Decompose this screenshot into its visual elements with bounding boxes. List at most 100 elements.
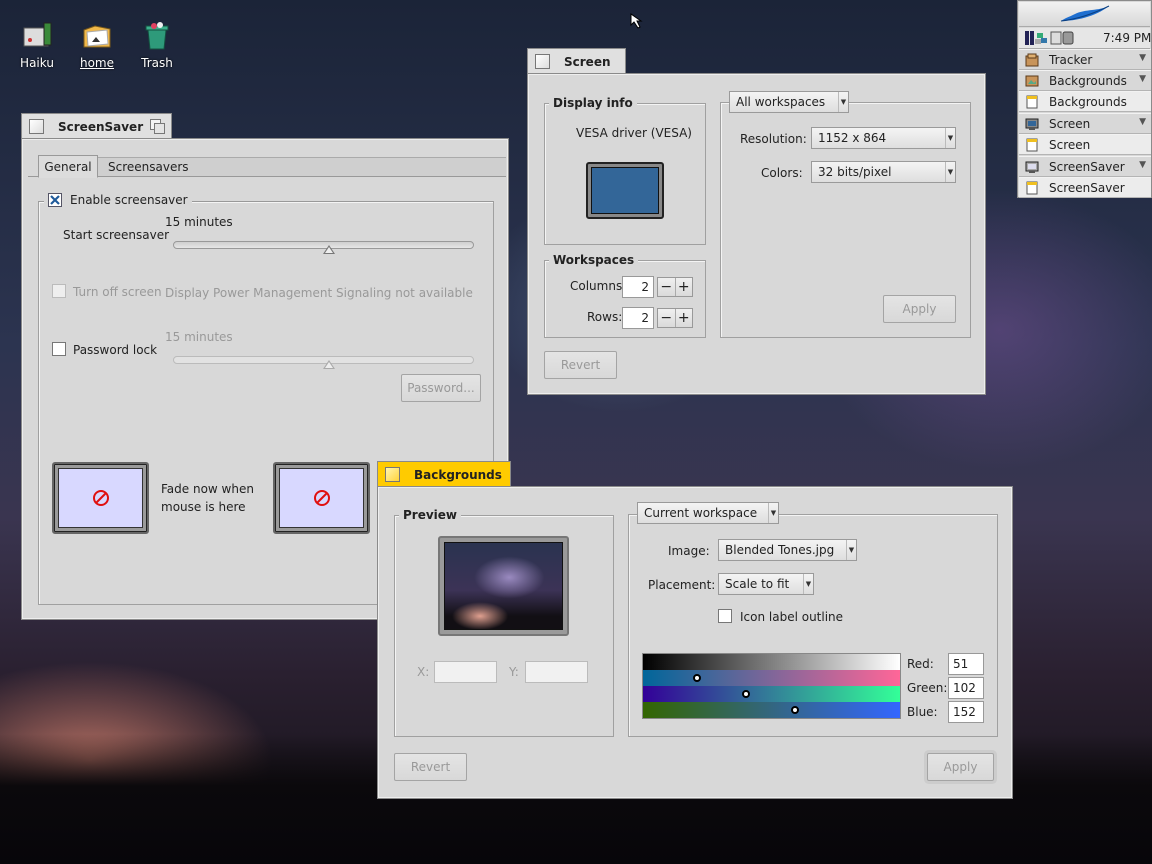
blue-value: 152 bbox=[953, 705, 976, 719]
deskbar-item-label: Backgrounds bbox=[1049, 94, 1127, 109]
desktop-icon-haiku[interactable]: Haiku bbox=[11, 20, 63, 70]
minus-icon[interactable]: − bbox=[658, 278, 675, 296]
screen-title-tab[interactable]: Screen bbox=[527, 48, 626, 74]
close-icon[interactable] bbox=[29, 119, 44, 134]
green-field[interactable]: 102 bbox=[948, 677, 984, 699]
image-menu[interactable]: Blended Tones.jpg ▼ bbox=[718, 539, 857, 561]
apply-button[interactable]: Apply bbox=[927, 753, 994, 781]
red-field[interactable]: 51 bbox=[948, 653, 984, 675]
plus-icon[interactable]: + bbox=[674, 309, 693, 327]
fade-never-monitor[interactable] bbox=[273, 462, 370, 534]
plus-icon[interactable]: + bbox=[674, 278, 693, 296]
placement-menu[interactable]: Scale to fit ▼ bbox=[718, 573, 814, 595]
slider-thumb[interactable] bbox=[323, 245, 335, 254]
window-title: Backgrounds bbox=[414, 467, 502, 482]
rows-stepper[interactable]: − + bbox=[657, 308, 693, 328]
trash-icon bbox=[141, 20, 173, 52]
red-ramp[interactable] bbox=[643, 670, 900, 686]
resolution-menu[interactable]: 1152 x 864 ▼ bbox=[811, 127, 956, 149]
color-picker[interactable] bbox=[642, 653, 901, 719]
start-screensaver-label: Start screensaver bbox=[63, 228, 170, 242]
turn-off-screen-checkbox[interactable] bbox=[52, 284, 66, 298]
start-screensaver-slider[interactable] bbox=[173, 241, 474, 254]
monitor-screen bbox=[58, 468, 143, 528]
password-slider[interactable] bbox=[173, 356, 474, 369]
haiku-disk-icon bbox=[21, 20, 53, 52]
desktop-icon-label: Haiku bbox=[20, 56, 54, 70]
window-icon bbox=[1026, 181, 1038, 195]
tab-screensavers[interactable]: Screensavers bbox=[98, 157, 506, 176]
desktop-icon-trash[interactable]: Trash bbox=[131, 20, 183, 70]
image-label: Image: bbox=[668, 544, 710, 558]
chevron-down-icon: ▼ bbox=[945, 128, 955, 148]
minus-icon[interactable]: − bbox=[658, 309, 675, 327]
screensaver-title-tab[interactable]: ScreenSaver bbox=[21, 113, 172, 139]
haiku-leaf-icon bbox=[1060, 5, 1109, 22]
deskbar-window-backgrounds[interactable]: Backgrounds bbox=[1019, 91, 1151, 112]
blue-field[interactable]: 152 bbox=[948, 701, 984, 723]
tracker-icon bbox=[1025, 53, 1039, 67]
deskbar-item-label: Backgrounds bbox=[1049, 73, 1127, 88]
monitor-screen bbox=[279, 468, 364, 528]
icon-label-outline-checkbox[interactable] bbox=[718, 609, 732, 623]
resolution-value: 1152 x 864 bbox=[818, 131, 887, 145]
deskbar-window-screensaver[interactable]: ScreenSaver bbox=[1019, 177, 1151, 198]
fade-now-monitor[interactable] bbox=[52, 462, 149, 534]
colors-menu[interactable]: 32 bits/pixel ▼ bbox=[811, 161, 956, 183]
gray-ramp[interactable] bbox=[643, 654, 900, 670]
green-ramp[interactable] bbox=[643, 686, 900, 702]
slider-thumb[interactable] bbox=[323, 360, 335, 369]
monitor-screen bbox=[591, 167, 659, 214]
chevron-down-icon: ▼ bbox=[803, 574, 813, 594]
apply-button[interactable]: Apply bbox=[883, 295, 956, 323]
password-button[interactable]: Password... bbox=[401, 374, 481, 402]
desktop-icon-label: home bbox=[79, 56, 115, 70]
workspace-menu-label: Current workspace bbox=[644, 506, 758, 520]
deskbar-item-screensaver[interactable]: ScreenSaver ▼ bbox=[1019, 156, 1151, 177]
monitor-preview bbox=[586, 162, 664, 219]
deskbar-item-backgrounds[interactable]: Backgrounds ▼ bbox=[1019, 70, 1151, 91]
deskbar-item-screen[interactable]: Screen ▼ bbox=[1019, 113, 1151, 134]
password-lock-checkbox[interactable] bbox=[52, 342, 66, 356]
y-position-field[interactable] bbox=[525, 661, 588, 683]
password-lock-label: Password lock bbox=[73, 343, 158, 357]
zoom-icon[interactable] bbox=[150, 119, 165, 134]
chevron-down-icon: ▼ bbox=[1139, 53, 1146, 63]
columns-stepper[interactable]: − + bbox=[657, 277, 693, 297]
close-icon[interactable] bbox=[535, 54, 550, 69]
green-marker-icon[interactable] bbox=[742, 690, 750, 698]
wallpaper-preview bbox=[438, 536, 569, 636]
dpms-note: Display Power Management Signaling not a… bbox=[165, 286, 473, 300]
blue-label: Blue: bbox=[907, 705, 938, 719]
columns-field[interactable]: 2 bbox=[622, 276, 654, 298]
deskbar-menu-button[interactable] bbox=[1019, 2, 1150, 27]
workspace-menu[interactable]: All workspaces ▼ bbox=[729, 91, 849, 113]
enable-row[interactable]: Enable screensaver bbox=[44, 193, 192, 207]
revert-button[interactable]: Revert bbox=[394, 753, 467, 781]
red-marker-icon[interactable] bbox=[693, 674, 701, 682]
close-icon[interactable] bbox=[385, 467, 400, 482]
columns-value: 2 bbox=[641, 280, 649, 294]
clock[interactable]: 7:49 PM bbox=[1103, 31, 1151, 45]
window-title: Screen bbox=[564, 54, 611, 69]
rows-label: Rows: bbox=[587, 310, 623, 324]
tab-general[interactable]: General bbox=[38, 155, 98, 178]
deskbar-item-tracker[interactable]: Tracker ▼ bbox=[1019, 49, 1151, 70]
enable-screensaver-checkbox[interactable] bbox=[48, 193, 62, 207]
workspace-menu-label: All workspaces bbox=[736, 95, 826, 109]
rows-field[interactable]: 2 bbox=[622, 307, 654, 329]
rows-value: 2 bbox=[641, 311, 649, 325]
blue-ramp[interactable] bbox=[643, 702, 900, 718]
revert-button[interactable]: Revert bbox=[544, 351, 617, 379]
deskbar-window-screen[interactable]: Screen bbox=[1019, 134, 1151, 155]
workspace-menu[interactable]: Current workspace ▼ bbox=[637, 502, 779, 524]
display-info-label: Display info bbox=[549, 96, 637, 110]
revert-button-label: Revert bbox=[410, 760, 451, 774]
blue-marker-icon[interactable] bbox=[791, 706, 799, 714]
no-entry-icon bbox=[313, 490, 330, 506]
start-time-value: 15 minutes bbox=[165, 215, 233, 229]
backgrounds-title-tab[interactable]: Backgrounds bbox=[377, 461, 511, 487]
columns-label: Columns: bbox=[570, 279, 627, 293]
desktop-icon-home[interactable]: home bbox=[71, 20, 123, 70]
x-position-field[interactable] bbox=[434, 661, 497, 683]
